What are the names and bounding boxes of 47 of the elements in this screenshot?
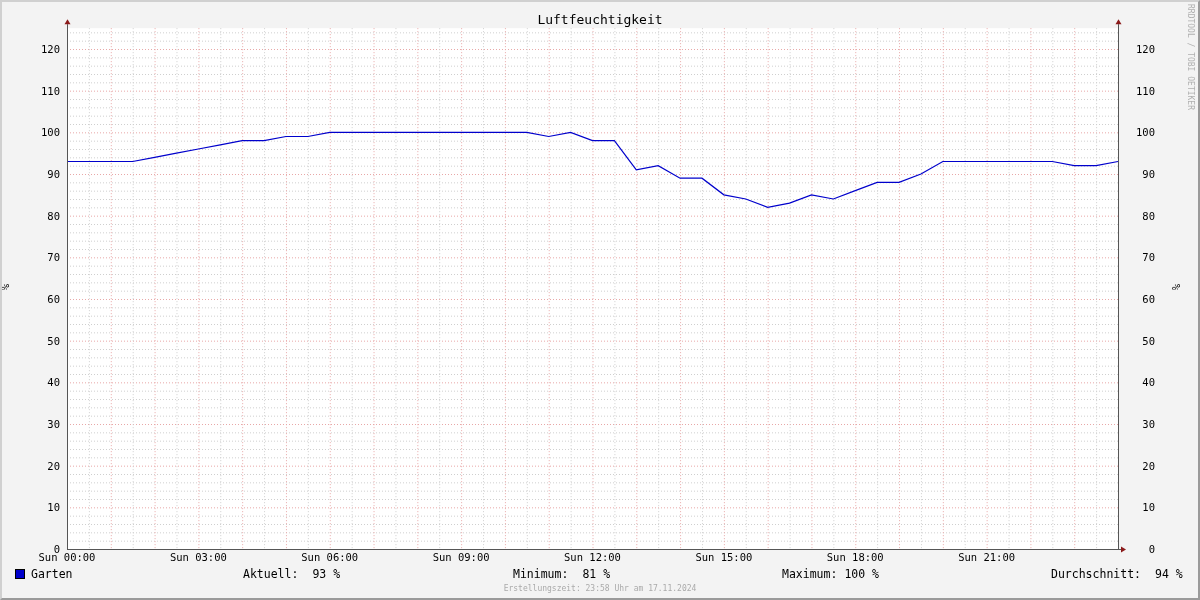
y-axis-label: 90 [1142, 168, 1155, 180]
y-axis-label: 10 [47, 501, 60, 514]
y-axis-label: 0 [1148, 543, 1155, 555]
stat-value: 81 % [582, 567, 611, 581]
y-axis-label: 100 [41, 126, 60, 139]
x-axis-label: Sun 21:00 [958, 551, 1016, 563]
y-axis-label: 50 [1142, 334, 1155, 347]
x-axis-label: Sun 12:00 [564, 551, 621, 563]
y-axis-label: 40 [1142, 376, 1155, 389]
y-axis-label: 30 [47, 418, 60, 430]
y-axis-label: 40 [47, 376, 60, 389]
creation-time-note: Erstellungszeit: 23:58 Uhr am 17.11.2024 [502, 584, 698, 593]
y-axis-label: 50 [47, 334, 60, 347]
y-axis-label: 120 [1136, 43, 1155, 55]
y-axis-label: 70 [1142, 251, 1155, 264]
y-axis-label: 120 [41, 43, 60, 55]
y-axis-label: 110 [41, 84, 60, 97]
y-axis-label: 60 [47, 293, 60, 305]
stat-value: 94 % [1155, 567, 1183, 581]
y-axis-label: 100 [1136, 126, 1155, 139]
chart-title: Luftfeuchtigkeit [537, 12, 663, 27]
x-axis-label: Sun 09:00 [432, 551, 490, 563]
y-axis-label: 60 [1142, 293, 1155, 305]
stat-label: Durchschnitt: [1051, 567, 1141, 581]
y-axis-label: 110 [1136, 84, 1155, 97]
x-axis-label: Sun 06:00 [301, 551, 359, 563]
stat-value: 100 % [844, 567, 879, 581]
y-axis-label: 80 [47, 209, 60, 222]
x-axis-label: Sun 18:00 [826, 551, 884, 563]
stat-label: Maximum: [782, 567, 838, 581]
stat-value: 93 % [312, 567, 341, 581]
stat-label: Aktuell: [243, 567, 299, 581]
y-axis-label: 20 [47, 459, 60, 472]
y-axis-label: 80 [1142, 209, 1155, 222]
y-axis-title: % [2, 283, 11, 291]
stat-label: Minimum: [513, 567, 569, 581]
y-axis-label: 0 [53, 543, 60, 555]
y-axis-title: % [1170, 283, 1182, 291]
x-axis-label: Sun 03:00 [169, 551, 227, 563]
y-axis-label: 90 [47, 168, 60, 180]
credit-text: RRDTOOL / TOBI OETIKER [1186, 4, 1195, 110]
y-axis-label: 70 [47, 251, 60, 264]
legend-label: Garten [31, 567, 73, 581]
x-axis-label: Sun 15:00 [695, 551, 753, 563]
y-axis-label: 30 [1142, 418, 1155, 430]
y-axis-label: 10 [1142, 501, 1155, 514]
y-axis-label: 20 [1142, 459, 1155, 472]
